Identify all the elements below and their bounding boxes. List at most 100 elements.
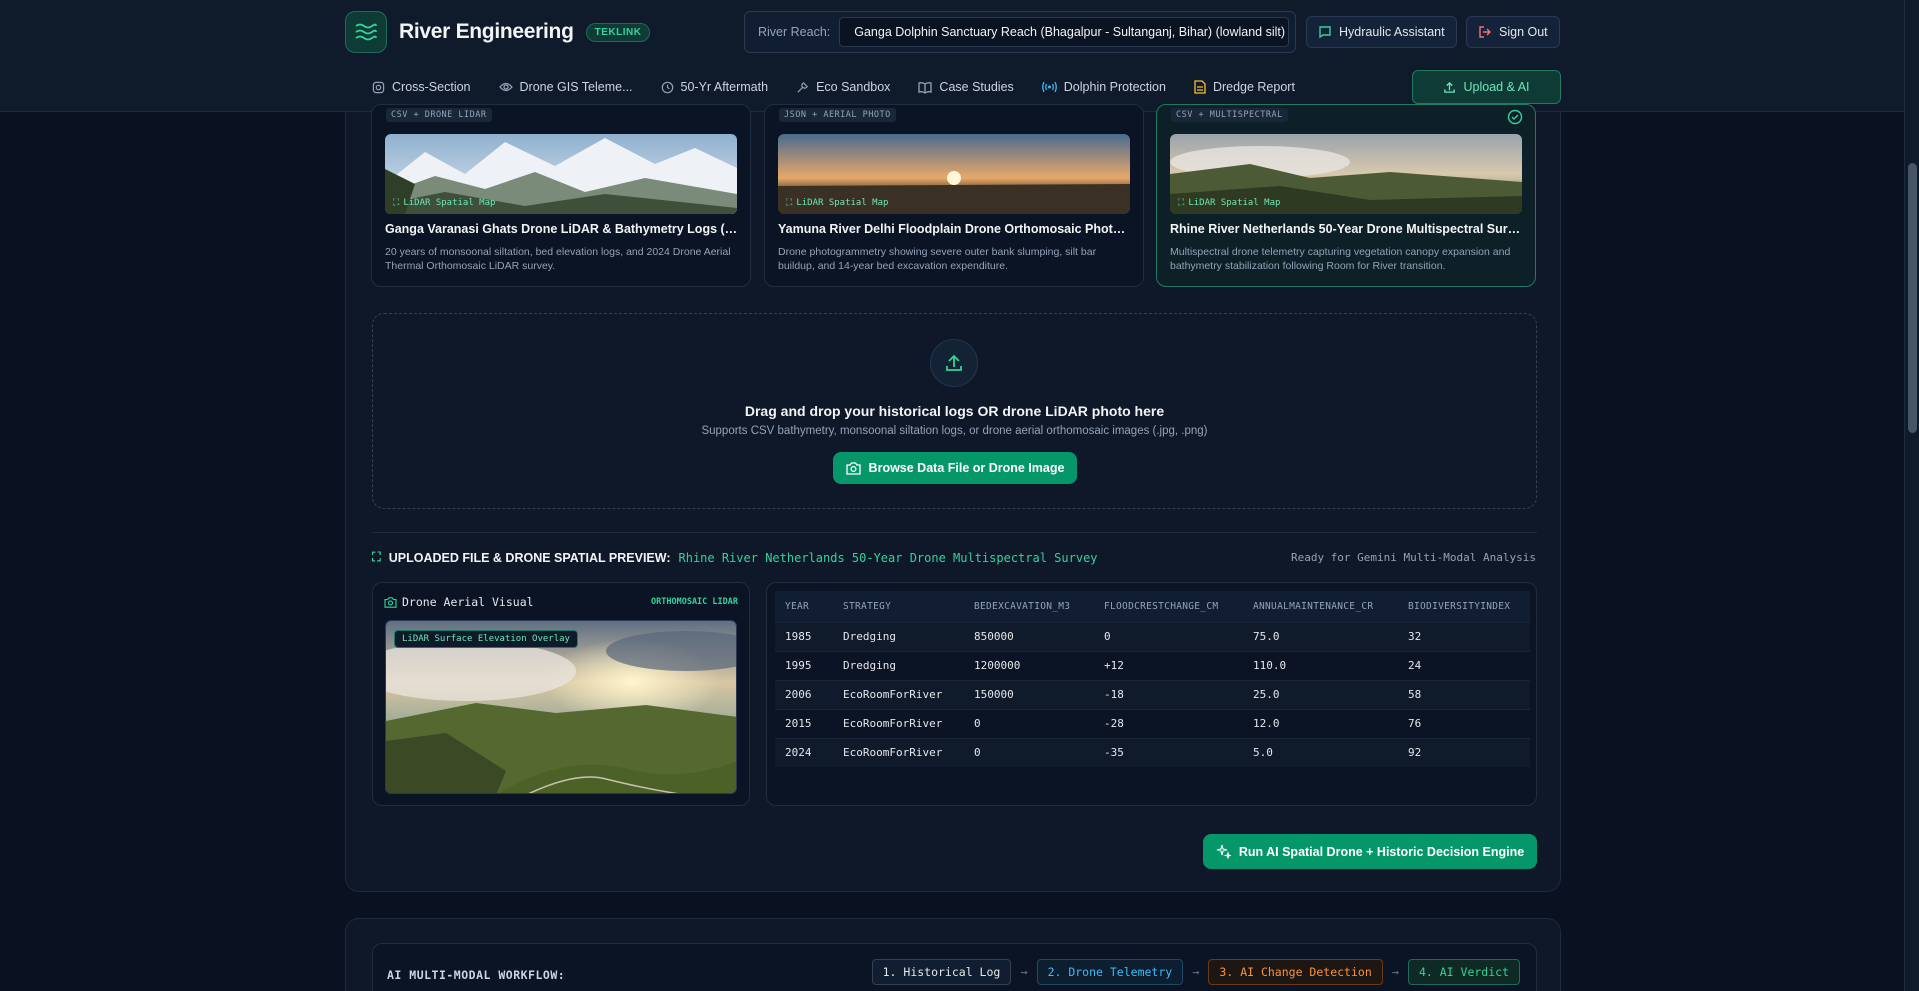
run-ai-engine-button[interactable]: Run AI Spatial Drone + Historic Decision… (1203, 834, 1537, 869)
arrow-right-icon: → (1391, 965, 1399, 979)
reach-select[interactable]: Ganga Dolphin Sanctuary Reach (Bhagalpur… (839, 17, 1289, 47)
col-year: YEAR (775, 591, 833, 622)
check-circle-icon (1507, 109, 1523, 125)
tab-eco-sandbox[interactable]: Eco Sandbox (782, 70, 904, 104)
book-icon (918, 81, 933, 94)
workflow-steps: 1. Historical Log → 2. Drone Telemetry →… (871, 959, 1520, 985)
scan-icon: ⛶ (786, 198, 793, 208)
run-button-label: Run AI Spatial Drone + Historic Decision… (1238, 844, 1525, 859)
workflow-step-telemetry: 2. Drone Telemetry (1036, 959, 1184, 985)
wrench-icon (797, 81, 808, 93)
analysis-status: Ready for Gemini Multi-Modal Analysis (1290, 551, 1536, 564)
hydraulic-assistant-label: Hydraulic Assistant (1339, 25, 1445, 39)
case-card-ganga[interactable]: CSV + DRONE LIDAR ⛶ LiDAR Spatial Map Gan… (371, 104, 751, 287)
card-image-mountains: ⛶ LiDAR Spatial Map (385, 134, 737, 214)
col-biodiversity: BIODIVERSITYINDEX (1398, 591, 1530, 622)
table-row: 2015 EcoRoomForRiver 0 -28 12.0 76 (775, 708, 1530, 738)
visual-tag: ORTHOMOSAIC LIDAR (651, 597, 738, 607)
tab-label: Eco Sandbox (816, 80, 891, 94)
data-table-card: YEAR STRATEGY BEDEXCAVATION_M3 FLOODCRES… (766, 582, 1537, 806)
card-tag: CSV + DRONE LIDAR (386, 108, 492, 122)
card-image-tag: ⛶ LiDAR Spatial Map (393, 198, 496, 208)
page-scrollbar[interactable] (1904, 0, 1919, 991)
table-row: 1985 Dredging 850000 0 75.0 32 (775, 621, 1530, 651)
overlay-tag: LiDAR Surface Elevation Overlay (394, 630, 578, 648)
col-strategy: STRATEGY (833, 591, 964, 622)
file-dropzone[interactable]: Drag and drop your historical logs OR dr… (372, 313, 1537, 509)
table-row: 2024 EcoRoomForRiver 0 -35 5.0 92 (775, 737, 1530, 767)
tab-label: Dredge Report (1212, 80, 1295, 94)
card-title: Ganga Varanasi Ghats Drone LiDAR & Bathy… (385, 222, 739, 236)
workflow-card: AI MULTI-MODAL WORKFLOW: 1. Historical L… (372, 943, 1537, 991)
tab-label: 50-Yr Aftermath (680, 80, 769, 94)
brand: River Engineering TEKLINK (345, 11, 651, 53)
workflow-step-historical: 1. Historical Log (871, 959, 1012, 985)
tab-case-studies[interactable]: Case Studies (904, 70, 1027, 104)
dropzone-title: Drag and drop your historical logs OR dr… (744, 403, 1165, 419)
tab-dolphin-protection[interactable]: Dolphin Protection (1028, 70, 1180, 104)
workflow-step-change-detection: 3. AI Change Detection (1208, 959, 1383, 985)
settings-icon (372, 81, 385, 93)
card-tag: JSON + AERIAL PHOTO (779, 108, 896, 122)
tab-label: Upload & AI (1463, 80, 1530, 94)
card-image-tag: ⛶ LiDAR Spatial Map (1178, 198, 1281, 208)
reach-label: River Reach: (758, 25, 831, 39)
tab-upload-ai[interactable]: Upload & AI (1412, 70, 1561, 104)
workflow-panel: AI MULTI-MODAL WORKFLOW: 1. Historical L… (345, 918, 1561, 991)
app-badge: TEKLINK (585, 22, 651, 42)
upload-panel: CSV + DRONE LIDAR ⛶ LiDAR Spatial Map Gan… (345, 104, 1561, 892)
top-header: River Engineering TEKLINK River Reach: G… (0, 0, 1919, 112)
visual-title: Drone Aerial Visual (384, 595, 534, 609)
clock-icon (661, 81, 673, 93)
tab-label: Drone GIS Teleme... (519, 80, 633, 94)
camera-icon (384, 596, 397, 608)
tab-cross-section[interactable]: Cross-Section (358, 70, 485, 104)
eye-icon (498, 82, 513, 92)
sign-out-button[interactable]: Sign Out (1466, 16, 1560, 48)
card-image-tag: ⛶ LiDAR Spatial Map (786, 198, 889, 208)
browse-button[interactable]: Browse Data File or Drone Image (833, 452, 1077, 484)
tab-label: Dolphin Protection (1063, 80, 1166, 94)
app-title: River Engineering (399, 20, 574, 43)
card-title: Rhine River Netherlands 50-Year Drone Mu… (1170, 222, 1524, 236)
dropzone-subtitle: Supports CSV bathymetry, monsoonal silta… (701, 425, 1208, 437)
col-annual-maintenance: ANNUALMAINTENANCE_CR (1243, 591, 1398, 622)
tab-dredge-report[interactable]: Dredge Report (1180, 70, 1309, 104)
sparkles-icon (1216, 844, 1231, 859)
main-tabs: Cross-Section Drone GIS Teleme... 50-Yr … (345, 68, 1561, 106)
workflow-label: AI MULTI-MODAL WORKFLOW: (387, 968, 566, 982)
col-flood-crest: FLOODCRESTCHANGE_CM (1094, 591, 1243, 622)
case-card-rhine[interactable]: CSV + MULTISPECTRAL ⛶ LiDAR Spatial Map R… (1156, 104, 1536, 287)
case-card-yamuna[interactable]: JSON + AERIAL PHOTO ⛶ LiDAR Spatial Map Y… (764, 104, 1144, 287)
arrow-right-icon: → (1020, 965, 1028, 979)
tab-aftermath[interactable]: 50-Yr Aftermath (647, 70, 783, 104)
col-bed-excavation: BEDEXCAVATION_M3 (964, 591, 1094, 622)
tab-drone-gis[interactable]: Drone GIS Teleme... (485, 70, 647, 104)
table-row: 2006 EcoRoomForRiver 150000 -18 25.0 58 (775, 679, 1530, 709)
hydraulic-assistant-button[interactable]: Hydraulic Assistant (1306, 16, 1457, 48)
upload-circle-icon (930, 339, 978, 387)
document-icon (1194, 80, 1206, 94)
drone-visual-card: Drone Aerial Visual ORTHOMOSAIC LIDAR Li… (372, 582, 750, 806)
card-description: Drone photogrammetry showing severe oute… (778, 246, 1097, 272)
historical-data-table: YEAR STRATEGY BEDEXCAVATION_M3 FLOODCRES… (775, 591, 1530, 767)
scan-icon: ⛶ (393, 198, 400, 208)
tab-label: Case Studies (939, 80, 1014, 94)
section-divider (372, 532, 1537, 533)
scrollbar-thumb[interactable] (1908, 163, 1917, 433)
logout-icon (1479, 26, 1491, 38)
preview-file-name: Rhine River Netherlands 50-Year Drone Mu… (678, 550, 1098, 565)
table-row: 1995 Dredging 1200000 +12 110.0 24 (775, 650, 1530, 680)
workflow-step-verdict: 4. AI Verdict (1407, 959, 1520, 985)
scan-icon: ⛶ (1178, 198, 1185, 208)
radio-waves-icon (1041, 81, 1057, 93)
card-tag: CSV + MULTISPECTRAL (1171, 108, 1288, 122)
arrow-right-icon: → (1192, 965, 1200, 979)
preview-heading: ⛶ UPLOADED FILE & DRONE SPATIAL PREVIEW:… (372, 550, 1098, 565)
table-header-row: YEAR STRATEGY BEDEXCAVATION_M3 FLOODCRES… (775, 591, 1530, 622)
drone-aerial-image: LiDAR Surface Elevation Overlay (385, 620, 737, 794)
chat-icon (1319, 26, 1331, 39)
card-image-cliffs: ⛶ LiDAR Spatial Map (1170, 134, 1522, 214)
camera-icon (845, 461, 861, 475)
browse-button-label: Browse Data File or Drone Image (868, 461, 1065, 475)
